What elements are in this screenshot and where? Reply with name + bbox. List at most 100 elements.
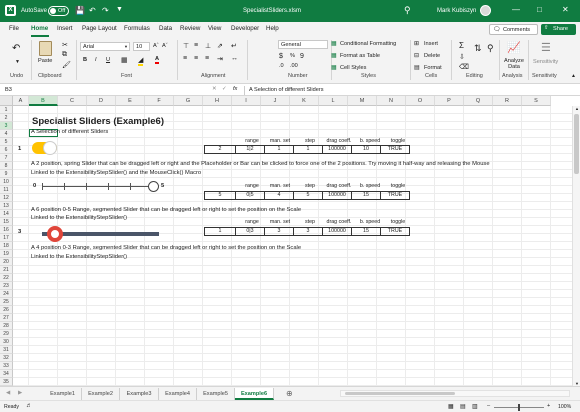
sheet-tab-example4[interactable]: Example4 [159,388,197,400]
zoom-in-icon[interactable]: + [547,403,550,409]
save-icon[interactable]: 💾 [75,6,85,15]
page-layout-view-icon[interactable]: ▤ [460,403,466,410]
vertical-scrollbar[interactable]: ▲ ▼ [572,106,580,386]
format-as-table-button[interactable]: Format as Table [340,53,380,59]
sensitivity-button[interactable]: Sensitivity [533,59,558,65]
column-header[interactable]: D [87,96,116,106]
segmented-slider-knob[interactable] [148,181,159,192]
column-header[interactable]: O [406,96,435,106]
tab-formulas[interactable]: Formulas [124,25,150,32]
scrollbar-thumb[interactable] [345,392,455,395]
search-icon[interactable]: ⚲ [404,5,411,16]
zoom-out-icon[interactable]: – [487,403,490,409]
table-cell[interactable]: 100000 [322,227,352,236]
row-header[interactable]: 22 [0,274,13,282]
column-header[interactable]: P [435,96,464,106]
row-header[interactable]: 32 [0,354,13,362]
orientation-icon[interactable]: ⇗ [217,42,223,50]
decrease-decimal-icon[interactable]: .00 [290,63,298,69]
minimize-icon[interactable]: — [512,5,520,14]
format-painter-icon[interactable]: 🖌 [62,61,71,69]
formula-input[interactable]: A Selection of different Sliders [249,87,324,93]
column-header[interactable]: N [377,96,406,106]
excel-logo-icon[interactable]: X [5,5,16,16]
table-cell[interactable]: 3 [293,227,323,236]
column-header[interactable]: H [203,96,232,106]
row-header[interactable]: 4 [0,130,13,138]
row-header[interactable]: 9 [0,170,13,178]
worksheet-grid[interactable]: ABCDEFGHIJKLMNOPQRS 1 2 3 4 5 6 7 8 9 10 11 12 13 14 1… [0,96,580,386]
font-color-icon[interactable]: A [155,56,160,64]
zoom-slider-handle[interactable] [518,404,520,411]
bold-icon[interactable]: B [83,57,87,63]
table-cell[interactable]: 2 [204,145,236,154]
sheet-tab-example3[interactable]: Example3 [120,388,159,400]
fill-color-icon[interactable]: ◢ [138,56,144,66]
row-header[interactable]: 30 [0,338,13,346]
sensitivity-icon[interactable]: ☰ [541,41,551,54]
align-bottom-icon[interactable]: ⊥ [205,42,211,50]
tab-help[interactable]: Help [266,25,279,32]
accessibility-icon[interactable]: ♬ [26,403,32,409]
ribbon-collapse-icon[interactable]: ▲ [571,73,576,79]
table-cell[interactable]: 10 [351,145,381,154]
column-header[interactable]: F [145,96,174,106]
column-header[interactable]: G [174,96,203,106]
zoom-level[interactable]: 100% [558,404,571,410]
row-header[interactable]: 15 [0,218,13,226]
tab-file[interactable]: File [9,25,19,32]
column-header[interactable]: K [290,96,319,106]
paste-icon[interactable] [39,41,52,56]
table-cell[interactable]: 5 [293,191,323,200]
row-header[interactable]: 34 [0,370,13,378]
table-cell[interactable]: 100000 [322,145,352,154]
table-cell[interactable]: 15 [351,191,381,200]
insert-function-button[interactable]: fx [233,86,237,92]
qat-dropdown-icon[interactable]: ▼ [116,6,123,13]
format-cells-button[interactable]: Format [424,65,442,71]
row-header[interactable]: 33 [0,362,13,370]
increase-decimal-icon[interactable]: .0 [279,63,284,69]
table-cell[interactable]: TRUE [380,191,410,200]
cell-styles-button[interactable]: Cell Styles [340,65,366,71]
comments-button[interactable]: 🗨 Comments [489,24,538,35]
table-cell[interactable]: 15 [351,227,381,236]
row-header[interactable]: 17 [0,234,13,242]
row-header[interactable]: 7 [0,154,13,162]
sheet-tab-example1[interactable]: Example1 [44,388,82,400]
align-center-icon[interactable]: ≡ [194,55,198,62]
tab-review[interactable]: Review [180,25,200,32]
cell-styles-icon[interactable]: ▦ [331,64,337,71]
italic-icon[interactable]: I [95,57,97,63]
table-cell[interactable]: 4 [264,191,294,200]
row-header[interactable]: 20 [0,258,13,266]
tab-scroll-right-icon[interactable]: ▶ [18,390,22,396]
align-left-icon[interactable]: ≡ [183,55,187,62]
row-header[interactable]: 27 [0,314,13,322]
tab-page-layout[interactable]: Page Layout [82,25,117,32]
column-header[interactable]: Q [464,96,493,106]
column-header[interactable]: A [13,96,29,106]
conditional-formatting-icon[interactable]: ▦ [331,40,337,47]
insert-cells-icon[interactable]: ⊞ [414,40,419,47]
bar-slider-knob[interactable] [47,226,63,242]
tab-view[interactable]: View [208,25,221,32]
indent-icon[interactable]: ⇥ [217,55,223,63]
table-cell[interactable]: TRUE [380,227,410,236]
spring-slider-knob[interactable] [43,141,57,155]
row-header[interactable]: 26 [0,306,13,314]
tab-home[interactable]: Home [31,25,48,32]
row-header[interactable]: 3 [0,122,13,130]
sheet-tab-example5[interactable]: Example5 [197,388,235,400]
tab-data[interactable]: Data [159,25,172,32]
number-format-select[interactable]: General [278,40,328,49]
row-header[interactable]: 25 [0,298,13,306]
table-cell[interactable]: 100000 [322,191,352,200]
name-box[interactable]: B3 [2,86,46,95]
undo-dropdown-icon[interactable]: ▼ [15,59,20,65]
row-header[interactable]: 18 [0,242,13,250]
merge-icon[interactable]: ↔ [231,55,238,62]
table-cell[interactable]: 0|3 [235,227,265,236]
row-header[interactable]: 29 [0,330,13,338]
table-cell[interactable]: 3 [264,227,294,236]
